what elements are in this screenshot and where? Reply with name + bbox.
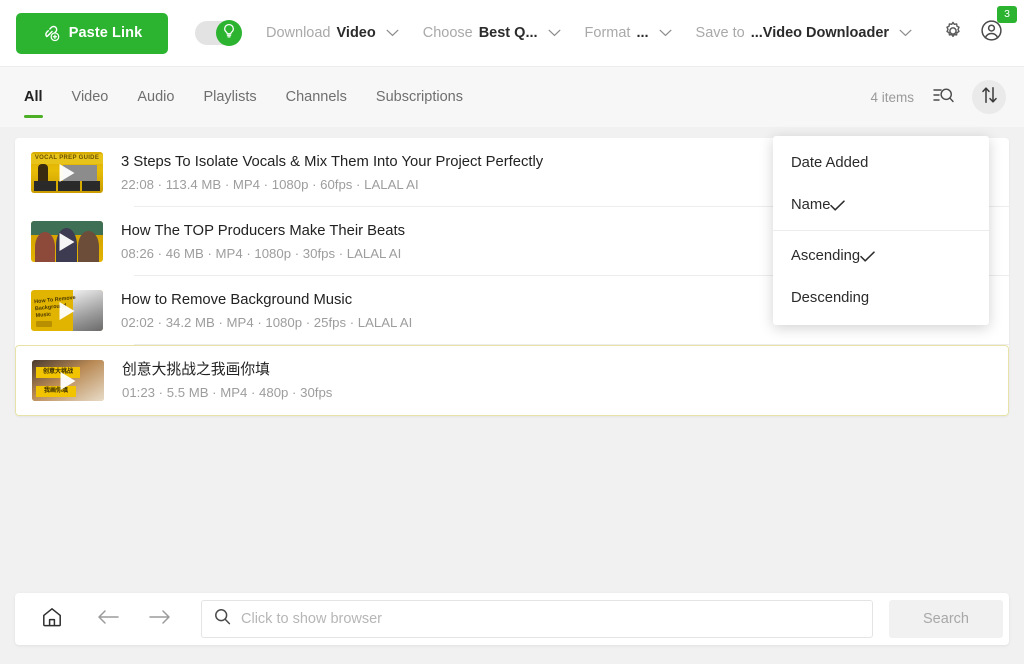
list-item-meta: 创意大挑战之我画你填 01:23 · 5.5 MB · MP4 · 480p ·…	[122, 361, 332, 400]
download-label: Download	[266, 25, 331, 41]
list-item-subtitle: 08:26 · 46 MB · MP4 · 1080p · 30fps · LA…	[121, 246, 405, 261]
sort-button[interactable]	[972, 80, 1006, 114]
sort-option-ascending[interactable]: Ascending	[773, 235, 989, 277]
toggle-knob	[216, 20, 242, 46]
search-list-icon	[933, 86, 954, 109]
link-plus-icon	[42, 24, 61, 43]
list-item-subtitle: 01:23 · 5.5 MB · MP4 · 480p · 30fps	[122, 385, 332, 400]
sort-option-date-added[interactable]: Date Added	[773, 142, 989, 184]
browser-search-box[interactable]	[201, 600, 873, 638]
forward-button[interactable]	[143, 602, 177, 636]
sort-option-descending[interactable]: Descending	[773, 277, 989, 319]
list-item-title: How to Remove Background Music	[121, 291, 412, 310]
format-selector[interactable]: Format ...	[585, 0, 672, 66]
sort-arrows-icon	[981, 86, 998, 109]
back-button[interactable]	[91, 602, 125, 636]
tab-label: Audio	[137, 89, 174, 105]
tab-subscriptions[interactable]: Subscriptions	[376, 67, 463, 127]
save-to-value: ...Video Downloader	[751, 25, 889, 41]
chevron-down-icon	[544, 29, 561, 37]
choose-value: Best Q...	[479, 25, 538, 41]
paste-link-label: Paste Link	[69, 25, 143, 41]
download-type-selector[interactable]: Download Video	[266, 0, 399, 66]
tab-channels[interactable]: Channels	[286, 67, 347, 127]
arrow-right-icon	[149, 609, 171, 630]
item-count-label: 4 items	[870, 90, 914, 105]
tab-all[interactable]: All	[24, 67, 43, 127]
choose-label: Choose	[423, 25, 473, 41]
tab-label: Video	[72, 89, 109, 105]
video-thumbnail[interactable]: VOCAL PREP GUIDE	[31, 152, 103, 193]
chevron-down-icon	[895, 29, 912, 37]
tab-label: All	[24, 89, 43, 105]
chevron-down-icon	[382, 29, 399, 37]
video-thumbnail[interactable]: How To Remove Background Music	[31, 290, 103, 331]
video-thumbnail[interactable]	[31, 221, 103, 262]
video-thumbnail[interactable]: 创意大挑战 我画你填	[32, 360, 104, 401]
download-value: Video	[337, 25, 376, 41]
magnifier-icon	[214, 608, 231, 630]
sort-option-label: Name	[791, 197, 830, 213]
account-button[interactable]: 3	[974, 16, 1008, 50]
checkmark-icon	[860, 251, 875, 262]
sort-option-label: Descending	[791, 290, 869, 306]
arrow-left-icon	[97, 609, 119, 630]
checkmark-icon	[830, 200, 845, 211]
format-label: Format	[585, 25, 631, 41]
list-item-subtitle: 22:08 · 113.4 MB · MP4 · 1080p · 60fps ·…	[121, 177, 543, 192]
list-item-meta: 3 Steps To Isolate Vocals & Mix Them Int…	[121, 153, 543, 192]
tab-playlists[interactable]: Playlists	[203, 67, 256, 127]
sort-dropdown-menu: Date Added Name Ascending Descending	[773, 136, 989, 325]
sort-option-label: Ascending	[791, 248, 860, 264]
thumbnail-caption: VOCAL PREP GUIDE	[34, 154, 100, 163]
play-icon	[60, 302, 75, 320]
sort-option-name[interactable]: Name	[773, 184, 989, 226]
settings-button[interactable]	[936, 16, 970, 50]
tab-video[interactable]: Video	[72, 67, 109, 127]
menu-divider	[773, 230, 989, 231]
top-toolbar: Paste Link Download Video Choose Best Q.…	[0, 0, 1024, 67]
account-badge: 3	[997, 6, 1017, 23]
filter-search-button[interactable]	[926, 80, 960, 114]
list-item-title: How The TOP Producers Make Their Beats	[121, 222, 405, 241]
search-input[interactable]	[241, 611, 860, 627]
list-item-subtitle: 02:02 · 34.2 MB · MP4 · 1080p · 25fps · …	[121, 315, 412, 330]
home-icon	[41, 606, 63, 633]
play-icon	[60, 164, 75, 182]
search-button[interactable]: Search	[889, 600, 1003, 638]
list-item-title: 创意大挑战之我画你填	[122, 361, 332, 380]
tab-list: All Video Audio Playlists Channels Subsc…	[24, 67, 463, 127]
user-avatar-icon	[980, 19, 1003, 47]
lightbulb-icon	[222, 23, 236, 44]
tabs-right-controls: 4 items	[870, 80, 1006, 114]
tab-audio[interactable]: Audio	[137, 67, 174, 127]
list-item-title: 3 Steps To Isolate Vocals & Mix Them Int…	[121, 153, 543, 172]
browser-bar: Search	[15, 593, 1009, 645]
list-item-meta: How The TOP Producers Make Their Beats 0…	[121, 222, 405, 261]
tab-label: Channels	[286, 89, 347, 105]
tabs-row: All Video Audio Playlists Channels Subsc…	[0, 67, 1024, 127]
sort-option-label: Date Added	[791, 155, 868, 171]
format-value: ...	[636, 25, 648, 41]
play-icon	[61, 372, 76, 390]
list-item[interactable]: 创意大挑战 我画你填 创意大挑战之我画你填 01:23 · 5.5 MB · M…	[15, 345, 1009, 416]
home-button[interactable]	[35, 602, 69, 636]
chevron-down-icon	[655, 29, 672, 37]
quality-selector[interactable]: Choose Best Q...	[423, 0, 561, 66]
paste-link-button[interactable]: Paste Link	[16, 13, 168, 54]
tab-label: Playlists	[203, 89, 256, 105]
gear-icon	[942, 20, 964, 47]
save-to-selector[interactable]: Save to ...Video Downloader	[696, 0, 912, 66]
tab-label: Subscriptions	[376, 89, 463, 105]
smart-mode-toggle[interactable]	[195, 21, 242, 45]
list-item-meta: How to Remove Background Music 02:02 · 3…	[121, 291, 412, 330]
save-to-label: Save to	[696, 25, 745, 41]
play-icon	[60, 233, 75, 251]
